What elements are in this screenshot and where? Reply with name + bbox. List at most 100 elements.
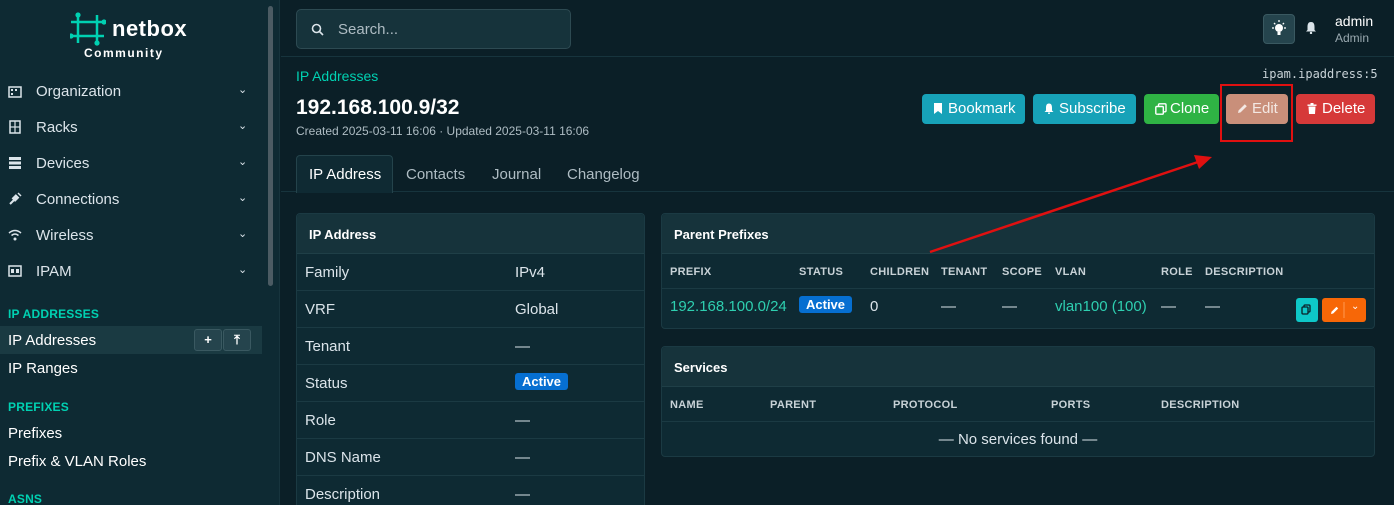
created-updated-meta: Created 2025-03-11 16:06 · Updated 2025-… — [296, 124, 590, 138]
sidebar-menu-connections[interactable]: Connections ⌄ — [0, 181, 262, 217]
ip-address-card: IP Address Family IPv4 VRF Global Tenant… — [296, 213, 645, 505]
search-placeholder: Search... — [338, 21, 399, 38]
delete-label: Delete — [1322, 100, 1366, 117]
user-name[interactable]: admin — [1335, 13, 1373, 29]
attr-key: Status — [305, 375, 348, 392]
tenant-cell: — — [941, 298, 956, 315]
card-title: Services — [674, 360, 728, 375]
column-header[interactable]: DESCRIPTION — [1205, 266, 1283, 278]
netbox-logo[interactable]: netbox Community — [70, 12, 210, 62]
top-bar: Search... admin Admin — [281, 0, 1394, 57]
attr-value: Global — [515, 301, 559, 318]
attr-row-description: Description — — [297, 476, 644, 505]
sidebar-item-prefixes[interactable]: Prefixes — [8, 425, 62, 442]
copy-prefix-button[interactable] — [1296, 298, 1318, 322]
sidebar-menu-wireless[interactable]: Wireless ⌄ — [0, 217, 262, 253]
column-header[interactable]: PROTOCOL — [893, 399, 958, 411]
prefix-link[interactable]: 192.168.100.0/24 — [670, 298, 787, 315]
sidebar-menu-label: Connections — [36, 190, 120, 208]
search-icon — [311, 23, 324, 36]
column-header[interactable]: VLAN — [1055, 266, 1086, 278]
sidebar-menu-devices[interactable]: Devices ⌄ — [0, 145, 262, 181]
tab-changelog[interactable]: Changelog — [567, 166, 640, 183]
user-role: Admin — [1335, 31, 1370, 45]
attr-value: — — [515, 412, 530, 429]
card-header: Services — [662, 347, 1374, 387]
column-header[interactable]: SCOPE — [1002, 266, 1042, 278]
section-heading-ip-addresses: IP ADDRESSES — [8, 307, 100, 321]
card-header: IP Address — [297, 214, 644, 254]
attr-value: — — [515, 338, 530, 355]
column-header[interactable]: PORTS — [1051, 399, 1090, 411]
attr-row-tenant: Tenant — — [297, 328, 644, 365]
search-input[interactable]: Search... — [296, 9, 571, 49]
sidebar-menu-label: IPAM — [36, 262, 72, 280]
column-header[interactable]: PARENT — [770, 399, 816, 411]
rack-icon — [9, 120, 21, 134]
attr-value: Active — [515, 373, 569, 390]
attr-row-role: Role — — [297, 402, 644, 439]
description-cell: — — [1205, 298, 1220, 315]
brand-edition: Community — [84, 46, 164, 60]
attr-key: Description — [305, 486, 381, 503]
add-ip-address-button[interactable]: + — [194, 329, 222, 351]
sidebar-menu-ipam[interactable]: IPAM ⌄ — [0, 253, 262, 289]
attr-row-family: Family IPv4 — [297, 254, 644, 291]
chevron-down-icon: ⌄ — [238, 228, 248, 240]
tab-ip-address[interactable]: IP Address — [309, 166, 381, 183]
edit-prefix-button[interactable]: ⌄ — [1322, 298, 1366, 322]
pencil-icon — [1331, 302, 1345, 318]
delete-button[interactable]: Delete — [1296, 94, 1375, 124]
wifi-icon — [8, 229, 22, 241]
sidebar-item-ip-ranges[interactable]: IP Ranges — [8, 360, 78, 377]
column-header[interactable]: TENANT — [941, 266, 987, 278]
attr-value: — — [515, 449, 530, 466]
sidebar-menu-racks[interactable]: Racks ⌄ — [0, 109, 262, 145]
annotation-highlight-box — [1220, 84, 1293, 142]
sidebar-scrollbar[interactable] — [268, 6, 273, 286]
bookmark-label: Bookmark — [948, 100, 1016, 117]
column-header[interactable]: CHILDREN — [870, 266, 929, 278]
tab-journal[interactable]: Journal — [492, 166, 541, 183]
section-heading-prefixes: PREFIXES — [8, 400, 69, 414]
sidebar-menu-label: Wireless — [36, 226, 94, 244]
section-heading-asns: ASNS — [8, 492, 43, 505]
bookmark-button[interactable]: Bookmark — [922, 94, 1025, 124]
attr-key: VRF — [305, 301, 335, 318]
column-header[interactable]: STATUS — [799, 266, 843, 278]
card-title: Parent Prefixes — [674, 227, 769, 242]
tabs-divider — [281, 191, 1394, 192]
bell-icon[interactable] — [1305, 21, 1317, 34]
chevron-down-icon: ⌄ — [238, 120, 248, 132]
parent-prefixes-card: Parent Prefixes PREFIX STATUS CHILDREN T… — [661, 213, 1375, 329]
import-ip-addresses-button[interactable]: ⤒ — [223, 329, 251, 351]
sidebar-menu-organization[interactable]: Organization ⌄ — [0, 73, 262, 109]
column-header[interactable]: NAME — [670, 399, 704, 411]
sidebar-item-ip-addresses[interactable]: IP Addresses — [8, 332, 96, 349]
empty-message: — No services found — — [938, 431, 1098, 448]
trash-icon — [1307, 103, 1317, 114]
page-title: 192.168.100.9/32 — [296, 96, 460, 119]
card-title: IP Address — [309, 227, 377, 242]
attr-value: IPv4 — [515, 264, 546, 281]
sidebar-menu-label: Organization — [36, 82, 122, 100]
lightbulb-icon — [1272, 20, 1286, 35]
card-header: Parent Prefixes — [662, 214, 1374, 254]
subscribe-button[interactable]: Subscribe — [1033, 94, 1136, 124]
sidebar-item-prefix-vlan-roles[interactable]: Prefix & VLAN Roles — [8, 453, 146, 470]
tab-contacts[interactable]: Contacts — [406, 166, 465, 183]
theme-toggle-button[interactable] — [1263, 14, 1295, 44]
vlan-link[interactable]: vlan100 (100) — [1055, 298, 1147, 315]
column-header[interactable]: PREFIX — [670, 266, 712, 278]
attr-key: Role — [305, 412, 336, 429]
status-cell: Active — [799, 296, 853, 313]
bookmark-icon — [934, 103, 942, 114]
attr-row-dns-name: DNS Name — — [297, 439, 644, 476]
column-header[interactable]: DESCRIPTION — [1161, 399, 1239, 411]
breadcrumb[interactable]: IP Addresses — [296, 68, 378, 84]
chevron-down-icon: ⌄ — [238, 84, 248, 96]
server-icon — [9, 157, 21, 169]
table-divider — [662, 288, 1374, 289]
clone-button[interactable]: Clone — [1144, 94, 1219, 124]
column-header[interactable]: ROLE — [1161, 266, 1193, 278]
